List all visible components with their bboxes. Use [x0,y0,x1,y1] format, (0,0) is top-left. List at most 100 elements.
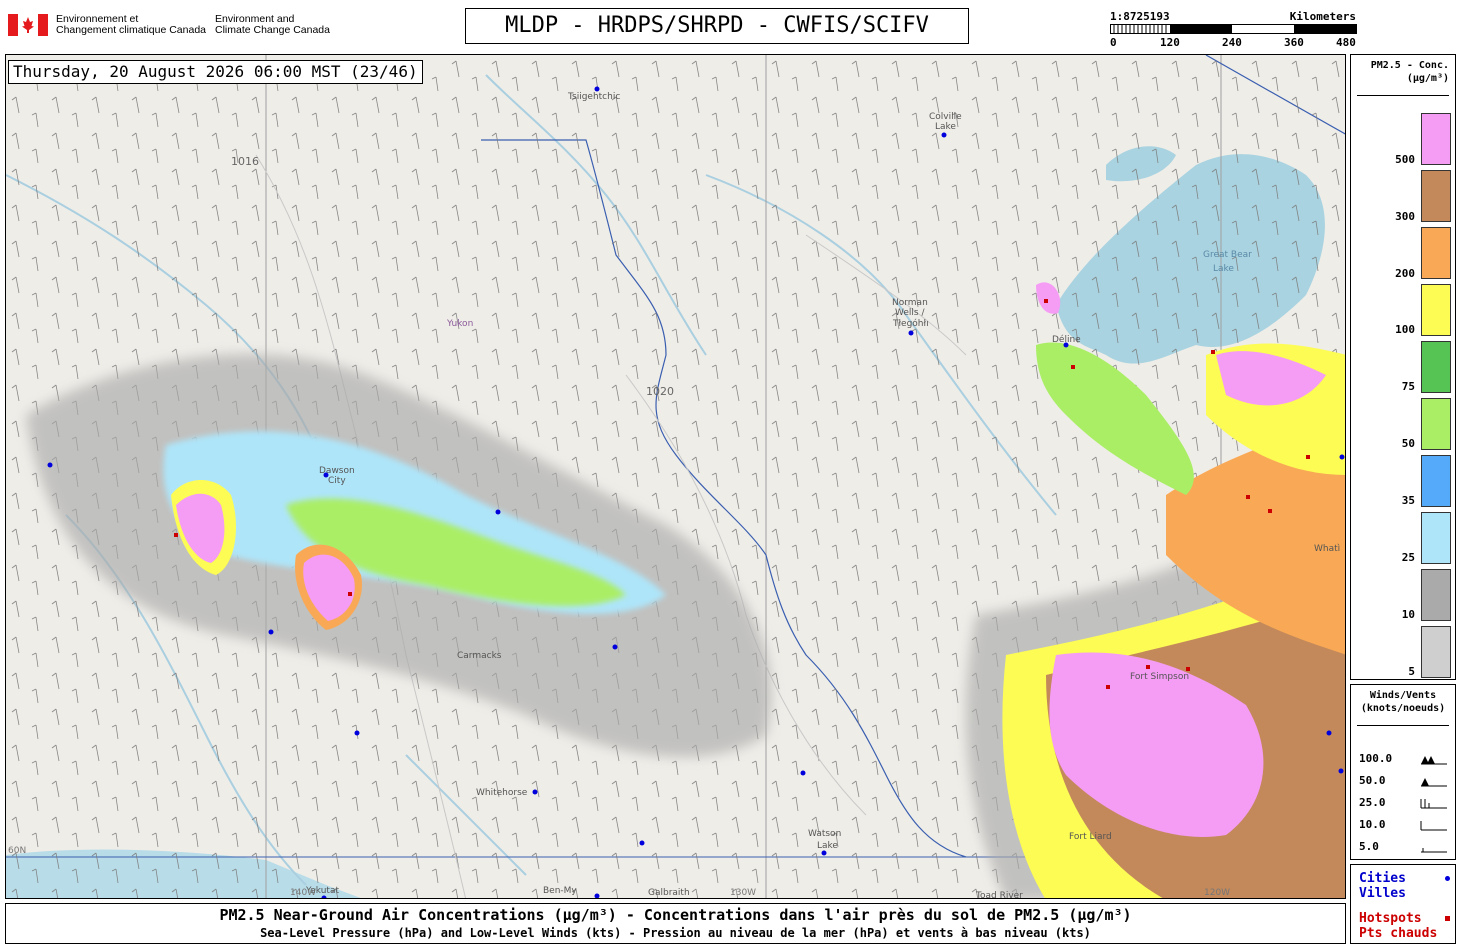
pm25-label-50: 50 [1401,437,1415,450]
pm25-swatch-35 [1421,455,1451,507]
graticule-label: 140W [290,888,316,898]
pm25-swatch-300 [1421,170,1451,222]
wind-speed-100: 100.0 [1359,752,1393,765]
place-label: Carmacks [457,651,502,661]
footer-caption-line1: PM2.5 Near-Ground Air Concentrations (µg… [219,906,1132,924]
scale-tick-4: 480 [1336,36,1356,49]
pm25-label-300: 300 [1395,210,1415,223]
agency-en-line2: Climate Change Canada [215,24,330,36]
wind-speed-10: 10.0 [1359,818,1386,831]
pm25-label-500: 500 [1395,153,1415,166]
city-dot [532,789,538,795]
city-dot [1326,730,1332,736]
scale-tick-0: 0 [1110,36,1117,49]
graticule-label: 60N [8,846,26,856]
city-dot [354,730,360,736]
wind-legend: Winds/Vents (knots/noeuds) 100.0 50.0 25… [1350,684,1456,860]
eccc-logo: Environnement et Changement climatique C… [8,12,338,42]
place-label: Galbraith [648,888,690,898]
agency-name-en: Environment and Climate Change Canada [215,14,330,36]
pm25-label-75: 75 [1401,380,1415,393]
footer-caption-line2: Sea-Level Pressure (hPa) and Low-Level W… [260,926,1091,940]
wind-barb-5-icon [1421,848,1447,853]
scale-tick-3: 360 [1284,36,1304,49]
legend-hotspots-en: Hotspots [1359,911,1422,926]
pm25-swatch-25 [1421,512,1451,564]
city-dot [594,893,600,898]
hotspot [1211,350,1215,354]
city-dot [268,629,274,635]
place-label: Watson [808,829,841,839]
hotspot [1146,665,1150,669]
wind-legend-title-line2: (knots/noeuds) [1360,703,1446,714]
agency-fr-line2: Changement climatique Canada [56,24,207,36]
place-label: Norman [892,298,928,308]
place-label: Lake [817,841,838,851]
pm25-label-100: 100 [1395,323,1415,336]
hotspot [1044,299,1048,303]
place-label: Wells / [895,308,925,318]
city-dot [47,462,53,468]
scale-unit: Kilometers [1289,10,1356,23]
city-dot [612,644,618,650]
pm25-swatch-5 [1421,626,1451,678]
isobar-label-1016: 1016 [231,155,259,168]
wind-legend-title-line1: Winds/Vents [1369,690,1437,701]
pm25-legend-title-line2: (µg/m³) [1406,73,1449,84]
place-label: Toad River [975,891,1023,899]
scale-bar: 1:8725193 Kilometers 0 120 240 360 480 [1110,10,1360,50]
hotspot-square-icon [1445,916,1450,921]
city-dot [1339,454,1345,460]
city-dot [639,840,645,846]
hotspot [1306,455,1310,459]
graticule-label: 130W [730,888,756,898]
place-label: Whitehorse [476,788,528,798]
place-label: Fort Simpson [1130,672,1189,682]
pm25-swatch-50 [1421,398,1451,450]
wind-speed-50: 50.0 [1359,774,1386,787]
pm25-label-25: 25 [1401,551,1415,564]
legend-divider [1357,95,1449,96]
pm25-label-200: 200 [1395,267,1415,280]
hotspot [1106,685,1110,689]
pm25-legend-title-line1: PM2.5 - Conc. [1370,60,1449,71]
wind-legend-title: Winds/Vents (knots/noeuds) [1353,689,1453,715]
place-label: Fort Liard [1069,832,1112,842]
pm25-swatch-500 [1421,113,1451,165]
wind-barb-10-icon [1420,821,1447,831]
wind-barb-100-icon [1421,756,1447,765]
place-label: Déline [1052,334,1081,345]
map-title: MLDP - HRDPS/SHRPD - CWFIS/SCIFV [465,8,969,44]
agency-name-fr: Environnement et Changement climatique C… [56,14,206,36]
pm25-label-35: 35 [1401,494,1415,507]
pm25-swatch-200 [1421,227,1451,279]
city-dot [941,132,947,138]
wind-speed-5: 5.0 [1359,840,1379,853]
place-label: Lake [1213,264,1234,274]
place-label: Lake [935,122,956,132]
place-label: Tsiigehtchic [567,92,620,102]
city-dot [800,770,806,776]
city-dot-icon [1445,876,1450,881]
hotspot [348,592,352,596]
canada-flag-icon [8,14,48,36]
place-label: Great Bear [1203,250,1252,260]
place-label: Tłegóhłı [892,318,929,329]
scale-tick-1: 120 [1160,36,1180,49]
wind-barb-50-icon [1421,778,1447,787]
pm25-swatch-100 [1421,284,1451,336]
pm25-legend-title: PM2.5 - Conc. (µg/m³) [1355,59,1449,85]
place-label: City [328,476,346,486]
pm25-swatch-75 [1421,341,1451,393]
legend-hotspots-fr: Pts chauds [1359,926,1438,941]
map-panel[interactable]: 1016 1020 Tsiigehtchic Colville Lake Gre… [5,54,1346,899]
place-label: Colville [929,112,962,122]
pm25-label-5: 5 [1408,665,1415,678]
scale-bar-graphic [1110,24,1357,34]
city-dot [594,86,600,92]
hotspot [1246,495,1250,499]
wind-barb-25-icon [1420,799,1447,809]
isobar-label-1020: 1020 [646,385,674,398]
place-label: Ben-My [543,886,577,896]
scale-tick-2: 240 [1222,36,1242,49]
